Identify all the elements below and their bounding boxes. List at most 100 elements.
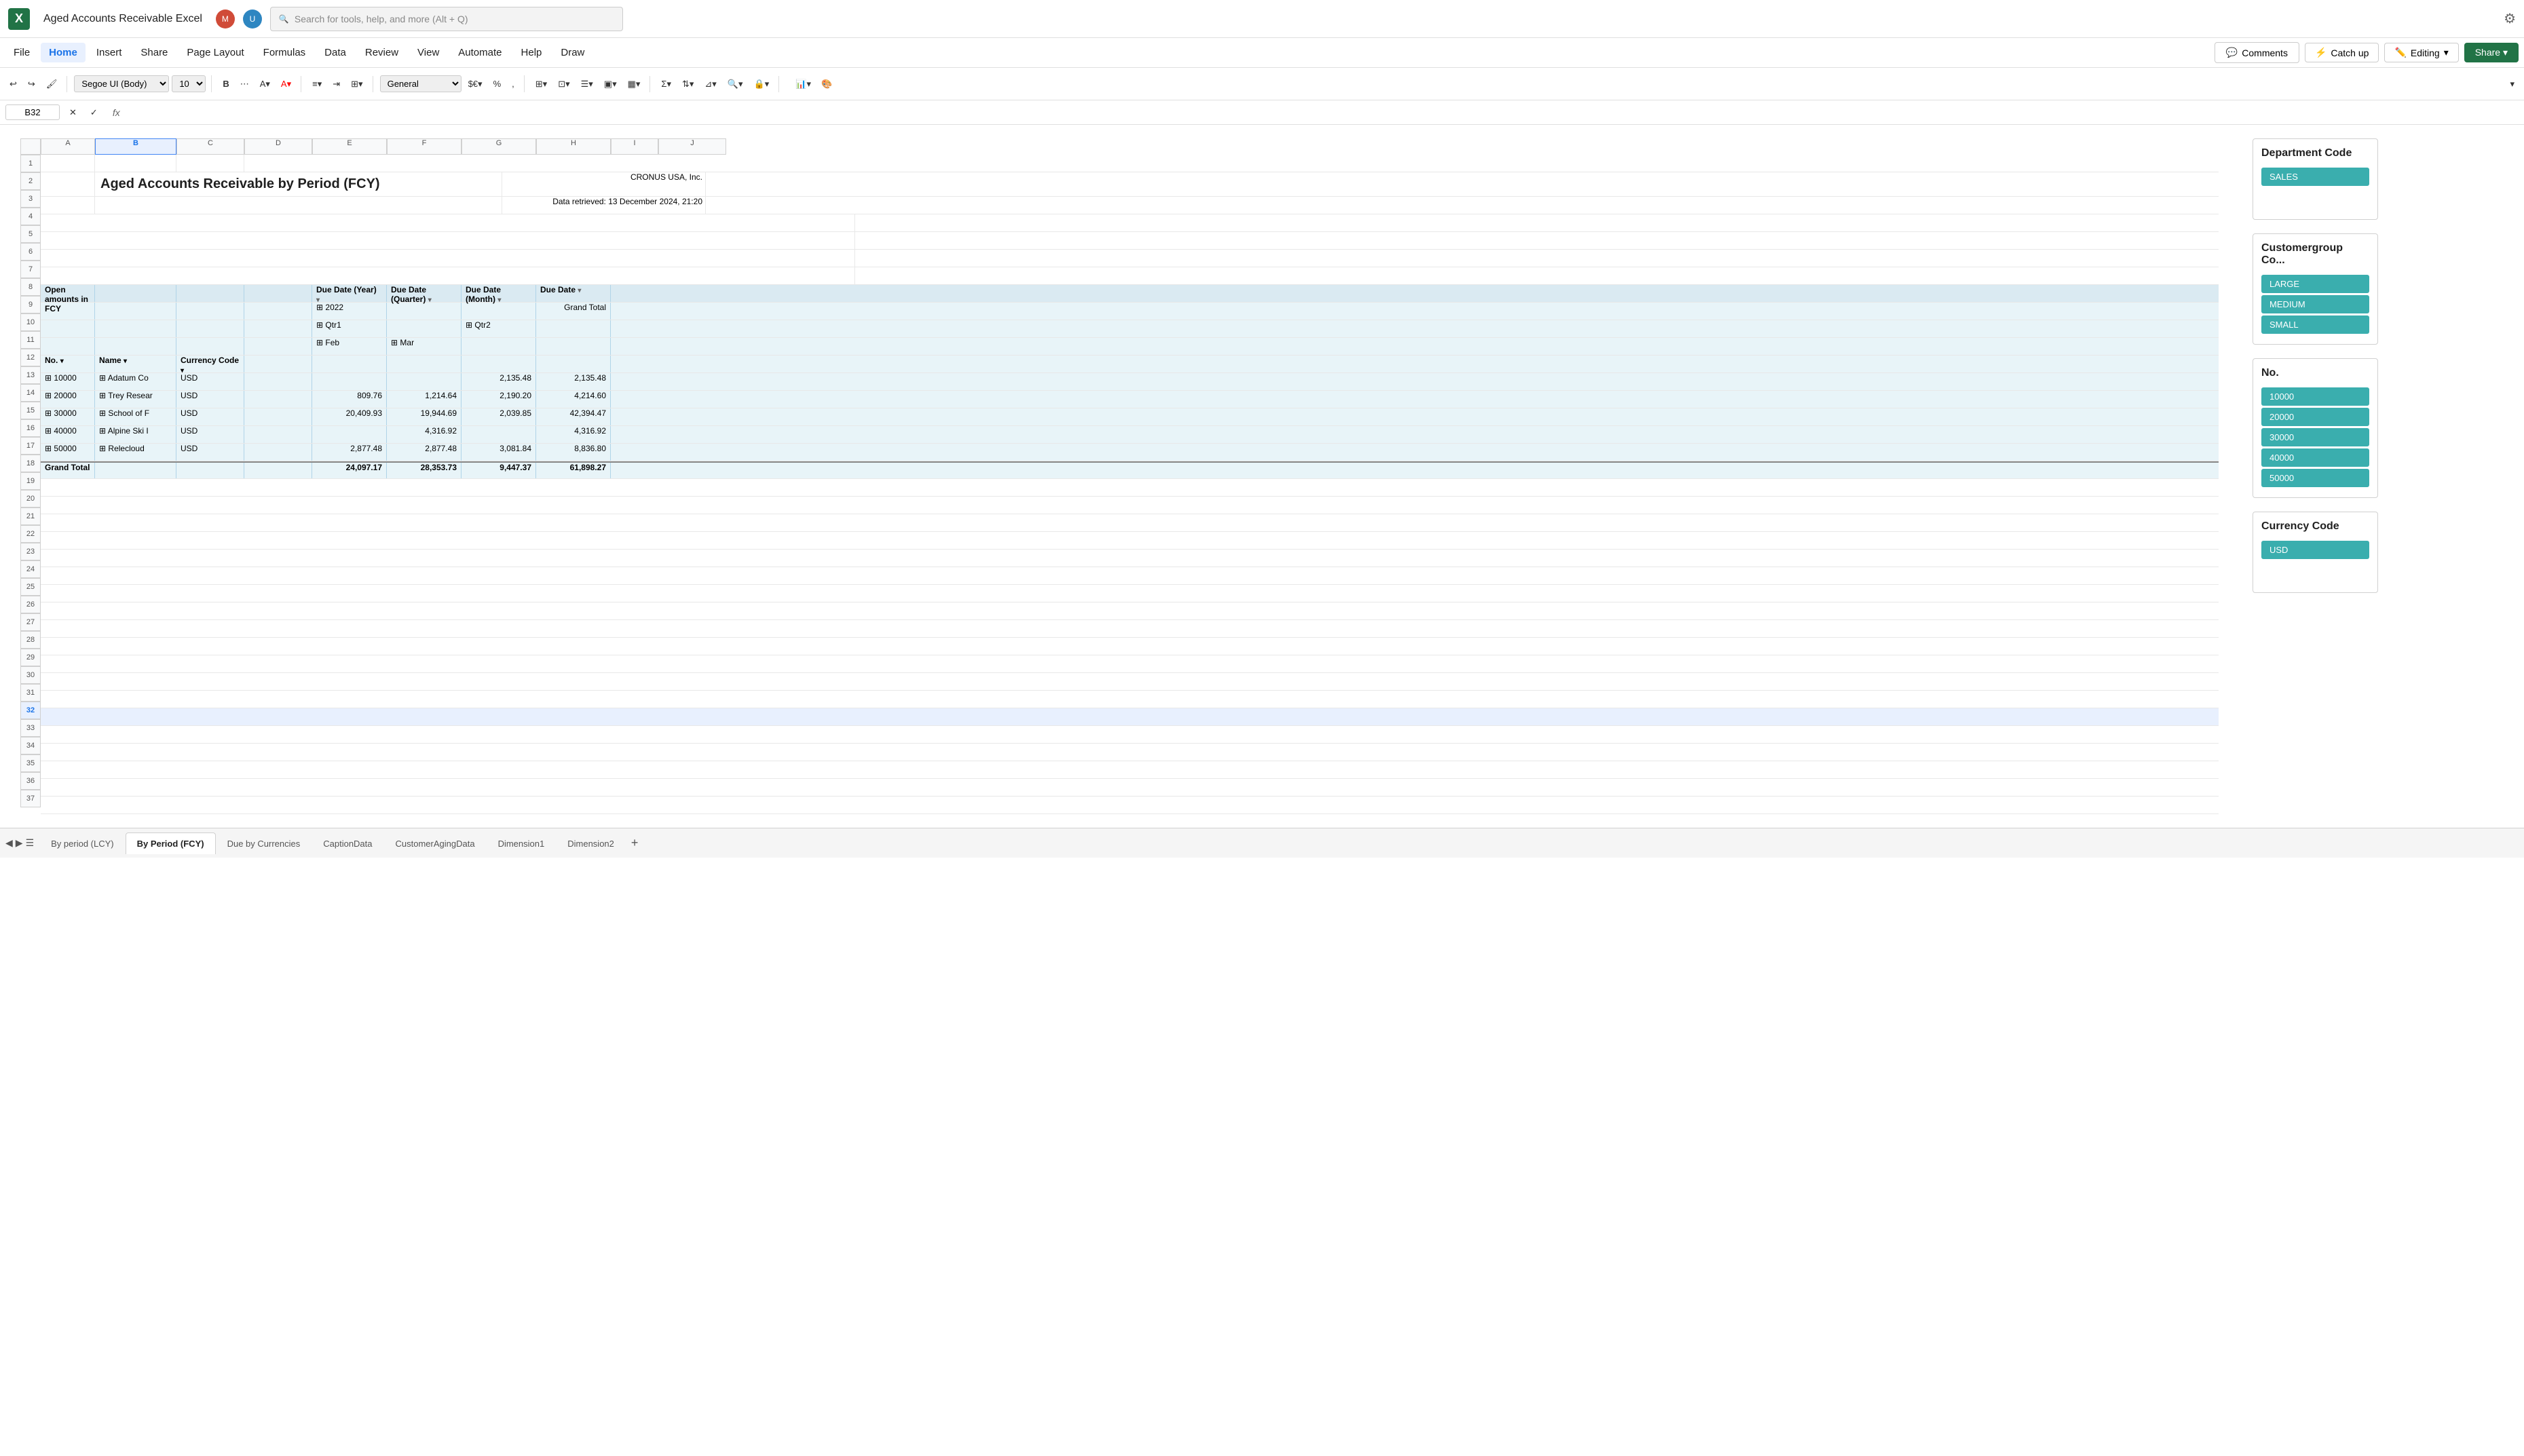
table-btn[interactable]: ⊞▾ [531,76,551,92]
tab-customer-aging-data[interactable]: CustomerAgingData [384,832,487,854]
cell-h3-dataretrieved[interactable]: Data retrieved: 13 December 2024, 21:20 [502,197,706,214]
expand-mar-icon[interactable]: ⊞ [391,338,398,347]
cell-b12-name[interactable]: Name ▾ [95,356,176,372]
col-h[interactable]: H [536,138,611,155]
rn-27[interactable]: 27 [20,613,41,631]
cell-row6[interactable] [41,250,855,267]
cell-e11-feb[interactable]: ⊞ Feb [312,338,387,355]
bold-button[interactable]: B [219,76,233,92]
cell-row27[interactable] [41,620,652,637]
cell-row32[interactable] [41,708,652,725]
cell-b1[interactable] [95,155,176,172]
menu-help[interactable]: Help [513,43,550,62]
filter-chip-20000[interactable]: 20000 [2261,408,2369,426]
font-size-select[interactable]: 10 [172,75,206,92]
add-tab-button[interactable]: + [631,836,639,850]
cell-g10-qtr2[interactable]: ⊞ Qtr2 [462,320,536,337]
expand-r15-icon[interactable]: ⊞ [45,408,52,418]
filter-chip-small[interactable]: SMALL [2261,315,2369,334]
rn-7[interactable]: 7 [20,261,41,278]
cell-row37[interactable] [41,797,652,813]
filter-chip-large[interactable]: LARGE [2261,275,2369,293]
cell-e14-qtr1feb[interactable]: 809.76 [312,391,387,408]
rn-2[interactable]: 2 [20,172,41,190]
table-opt-btn[interactable]: ⊡▾ [554,76,573,92]
cell-e10-qtr1[interactable]: ⊞ Qtr1 [312,320,387,337]
cell-a3[interactable] [41,197,95,214]
filter-chip-usd[interactable]: USD [2261,541,2369,559]
cell-h14-total[interactable]: 4,214.60 [536,391,611,408]
cell-btn[interactable]: ▣▾ [600,76,621,92]
cell-row35[interactable] [41,761,652,778]
cell-row21[interactable] [41,514,652,531]
cell-b9[interactable] [95,303,176,320]
cell-row26[interactable] [41,602,652,619]
cell-d16[interactable] [244,426,312,443]
cell-h16-total[interactable]: 4,316.92 [536,426,611,443]
tab-dimension1[interactable]: Dimension1 [487,832,557,854]
search-box[interactable]: 🔍 Search for tools, help, and more (Alt … [270,7,623,31]
rn-18[interactable]: 18 [20,455,41,472]
expand-r14b-icon[interactable]: ⊞ [99,391,106,400]
filter-btn2[interactable]: ⊿▾ [700,76,720,92]
cell-g9[interactable] [462,303,536,320]
cell-reference-input[interactable] [5,104,60,120]
cell-row29[interactable] [41,655,652,672]
cell-b16-name[interactable]: ⊞ Alpine Ski I [95,426,176,443]
format-painter-button[interactable]: 🖌 [42,76,62,92]
cell-f18-qtr1mar[interactable]: 28,353.73 [387,463,462,478]
chart-color-btn[interactable]: 🎨 [817,76,836,92]
rn-30[interactable]: 30 [20,666,41,684]
more-options-button[interactable]: ⋯ [236,76,253,92]
cell-b10[interactable] [95,320,176,337]
cell-b11[interactable] [95,338,176,355]
rn-33[interactable]: 33 [20,719,41,737]
rn-26[interactable]: 26 [20,596,41,613]
cell-d12[interactable] [244,356,312,372]
catchup-button[interactable]: ⚡ Catch up [2305,43,2379,62]
cell-e13[interactable] [312,373,387,390]
cell-c11[interactable] [176,338,244,355]
cell-f10[interactable] [387,320,462,337]
filter-name-icon[interactable]: ▾ [124,358,127,365]
cell-f13[interactable] [387,373,462,390]
cell-row31[interactable] [41,691,652,708]
cell-h9-grandtotal[interactable]: Grand Total [536,303,611,320]
cell-e12[interactable] [312,356,387,372]
rn-25[interactable]: 25 [20,578,41,596]
cell-b13-name[interactable]: ⊞ Adatum Co [95,373,176,390]
filter-icon-duedate[interactable]: ▾ [578,287,581,294]
cell-row4[interactable] [41,214,855,231]
cell-c13-currency[interactable]: USD [176,373,244,390]
cell-a16-no[interactable]: ⊞ 40000 [41,426,95,443]
menu-data[interactable]: Data [316,43,354,62]
cell-d8[interactable] [244,285,312,302]
cancel-formula-btn[interactable]: ✕ [65,104,81,121]
rn-17[interactable]: 17 [20,437,41,455]
cell-e17-qtr1feb[interactable]: 2,877.48 [312,444,387,461]
rn-20[interactable]: 20 [20,490,41,507]
font-name-select[interactable]: Segoe UI (Body) [74,75,169,92]
cell-g8-duedatemonth[interactable]: Due Date (Month) ▾ [462,285,536,302]
cell-g13-qtr2[interactable]: 2,135.48 [462,373,536,390]
cell-row33[interactable] [41,726,652,743]
toolbar-expand-btn[interactable]: ▾ [2506,76,2519,92]
expand-r13b-icon[interactable]: ⊞ [99,373,106,383]
cell-e18-qtr1feb[interactable]: 24,097.17 [312,463,387,478]
filter-chip-medium[interactable]: MEDIUM [2261,295,2369,313]
expand-qtr2-icon[interactable]: ⊞ [466,320,472,330]
fill-btn[interactable]: ▦▾ [624,76,645,92]
tab-by-period-fcy[interactable]: By Period (FCY) [126,832,216,854]
filter-chip-50000[interactable]: 50000 [2261,469,2369,487]
expand-r15b-icon[interactable]: ⊞ [99,408,106,418]
indent-btn[interactable]: ⇥ [328,76,344,92]
tab-by-period-lcy[interactable]: By period (LCY) [39,832,125,854]
cell-row24[interactable] [41,567,652,584]
confirm-formula-btn[interactable]: ✓ [86,104,102,121]
col-b[interactable]: B [95,138,176,155]
profile-icon-1[interactable]: M [216,9,235,28]
col-e[interactable]: E [312,138,387,155]
rn-29[interactable]: 29 [20,649,41,666]
cell-a12-no[interactable]: No. ▾ [41,356,95,372]
cell-c17-currency[interactable]: USD [176,444,244,461]
